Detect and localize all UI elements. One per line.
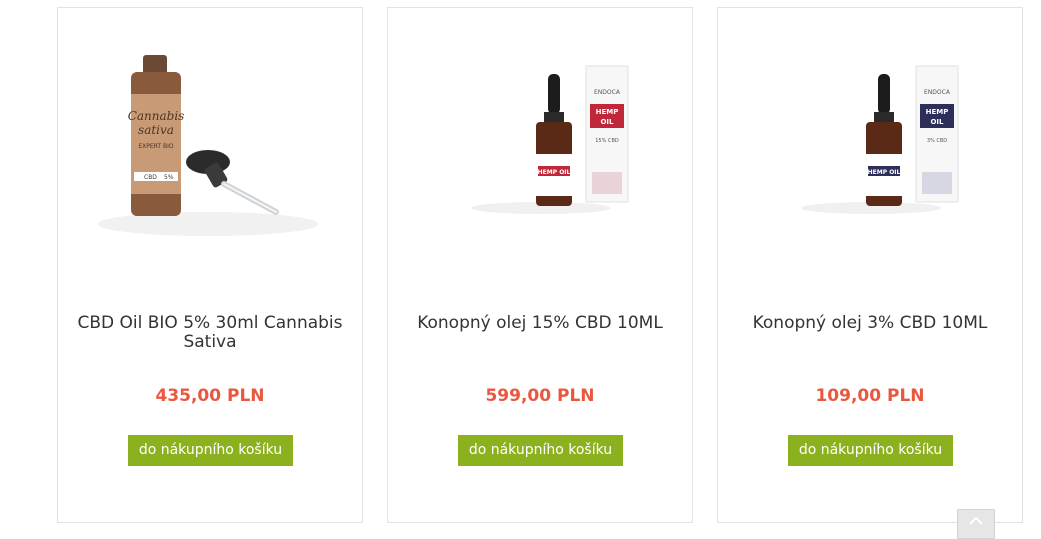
product-card: ENDOCA HEMP OIL 3% CBD HEMP OIL Konopný … (717, 7, 1023, 523)
box-text: 15% CBD (595, 138, 619, 144)
add-to-cart-button[interactable]: do nákupního košíku (128, 435, 293, 466)
chevron-up-icon (969, 516, 983, 525)
product-image[interactable]: ENDOCA HEMP OIL 3% CBD HEMP OIL (758, 24, 984, 252)
box-text: OIL (930, 118, 944, 126)
product-title[interactable]: CBD Oil BIO 5% 30ml Cannabis Sativa (68, 314, 352, 352)
add-to-cart-button[interactable]: do nákupního košíku (788, 435, 953, 466)
add-to-cart-button[interactable]: do nákupního košíku (458, 435, 623, 466)
box-text: 3% CBD (927, 138, 947, 144)
label-text: Cannabis (128, 109, 185, 123)
product-price: 435,00 PLN (155, 386, 265, 406)
product-title[interactable]: Konopný olej 3% CBD 10ML (728, 314, 1012, 333)
box-brand: ENDOCA (594, 89, 621, 96)
scroll-to-top-button[interactable] (957, 509, 995, 539)
svg-text:HEMP OIL: HEMP OIL (538, 169, 571, 176)
label-text: 5% (164, 174, 174, 181)
label-text: EXPERT BIO (138, 143, 174, 150)
box-text: HEMP (596, 108, 619, 116)
product-card: ENDOCA HEMP OIL 15% CBD HEMP OIL Konopný… (387, 7, 693, 523)
box-brand: ENDOCA (924, 89, 951, 96)
box-text: HEMP (926, 108, 949, 116)
product-card: Cannabis sativa EXPERT BIO CBD 5% CBD Oi… (57, 7, 363, 523)
svg-text:HEMP OIL: HEMP OIL (868, 169, 901, 176)
product-price: 109,00 PLN (815, 386, 925, 406)
label-text: sativa (138, 123, 174, 137)
product-image[interactable]: Cannabis sativa EXPERT BIO CBD 5% (98, 24, 324, 252)
product-image[interactable]: ENDOCA HEMP OIL 15% CBD HEMP OIL (428, 24, 654, 252)
product-price: 599,00 PLN (485, 386, 595, 406)
box-text: OIL (600, 118, 614, 126)
label-text: CBD (144, 174, 157, 181)
product-title[interactable]: Konopný olej 15% CBD 10ML (398, 314, 682, 333)
